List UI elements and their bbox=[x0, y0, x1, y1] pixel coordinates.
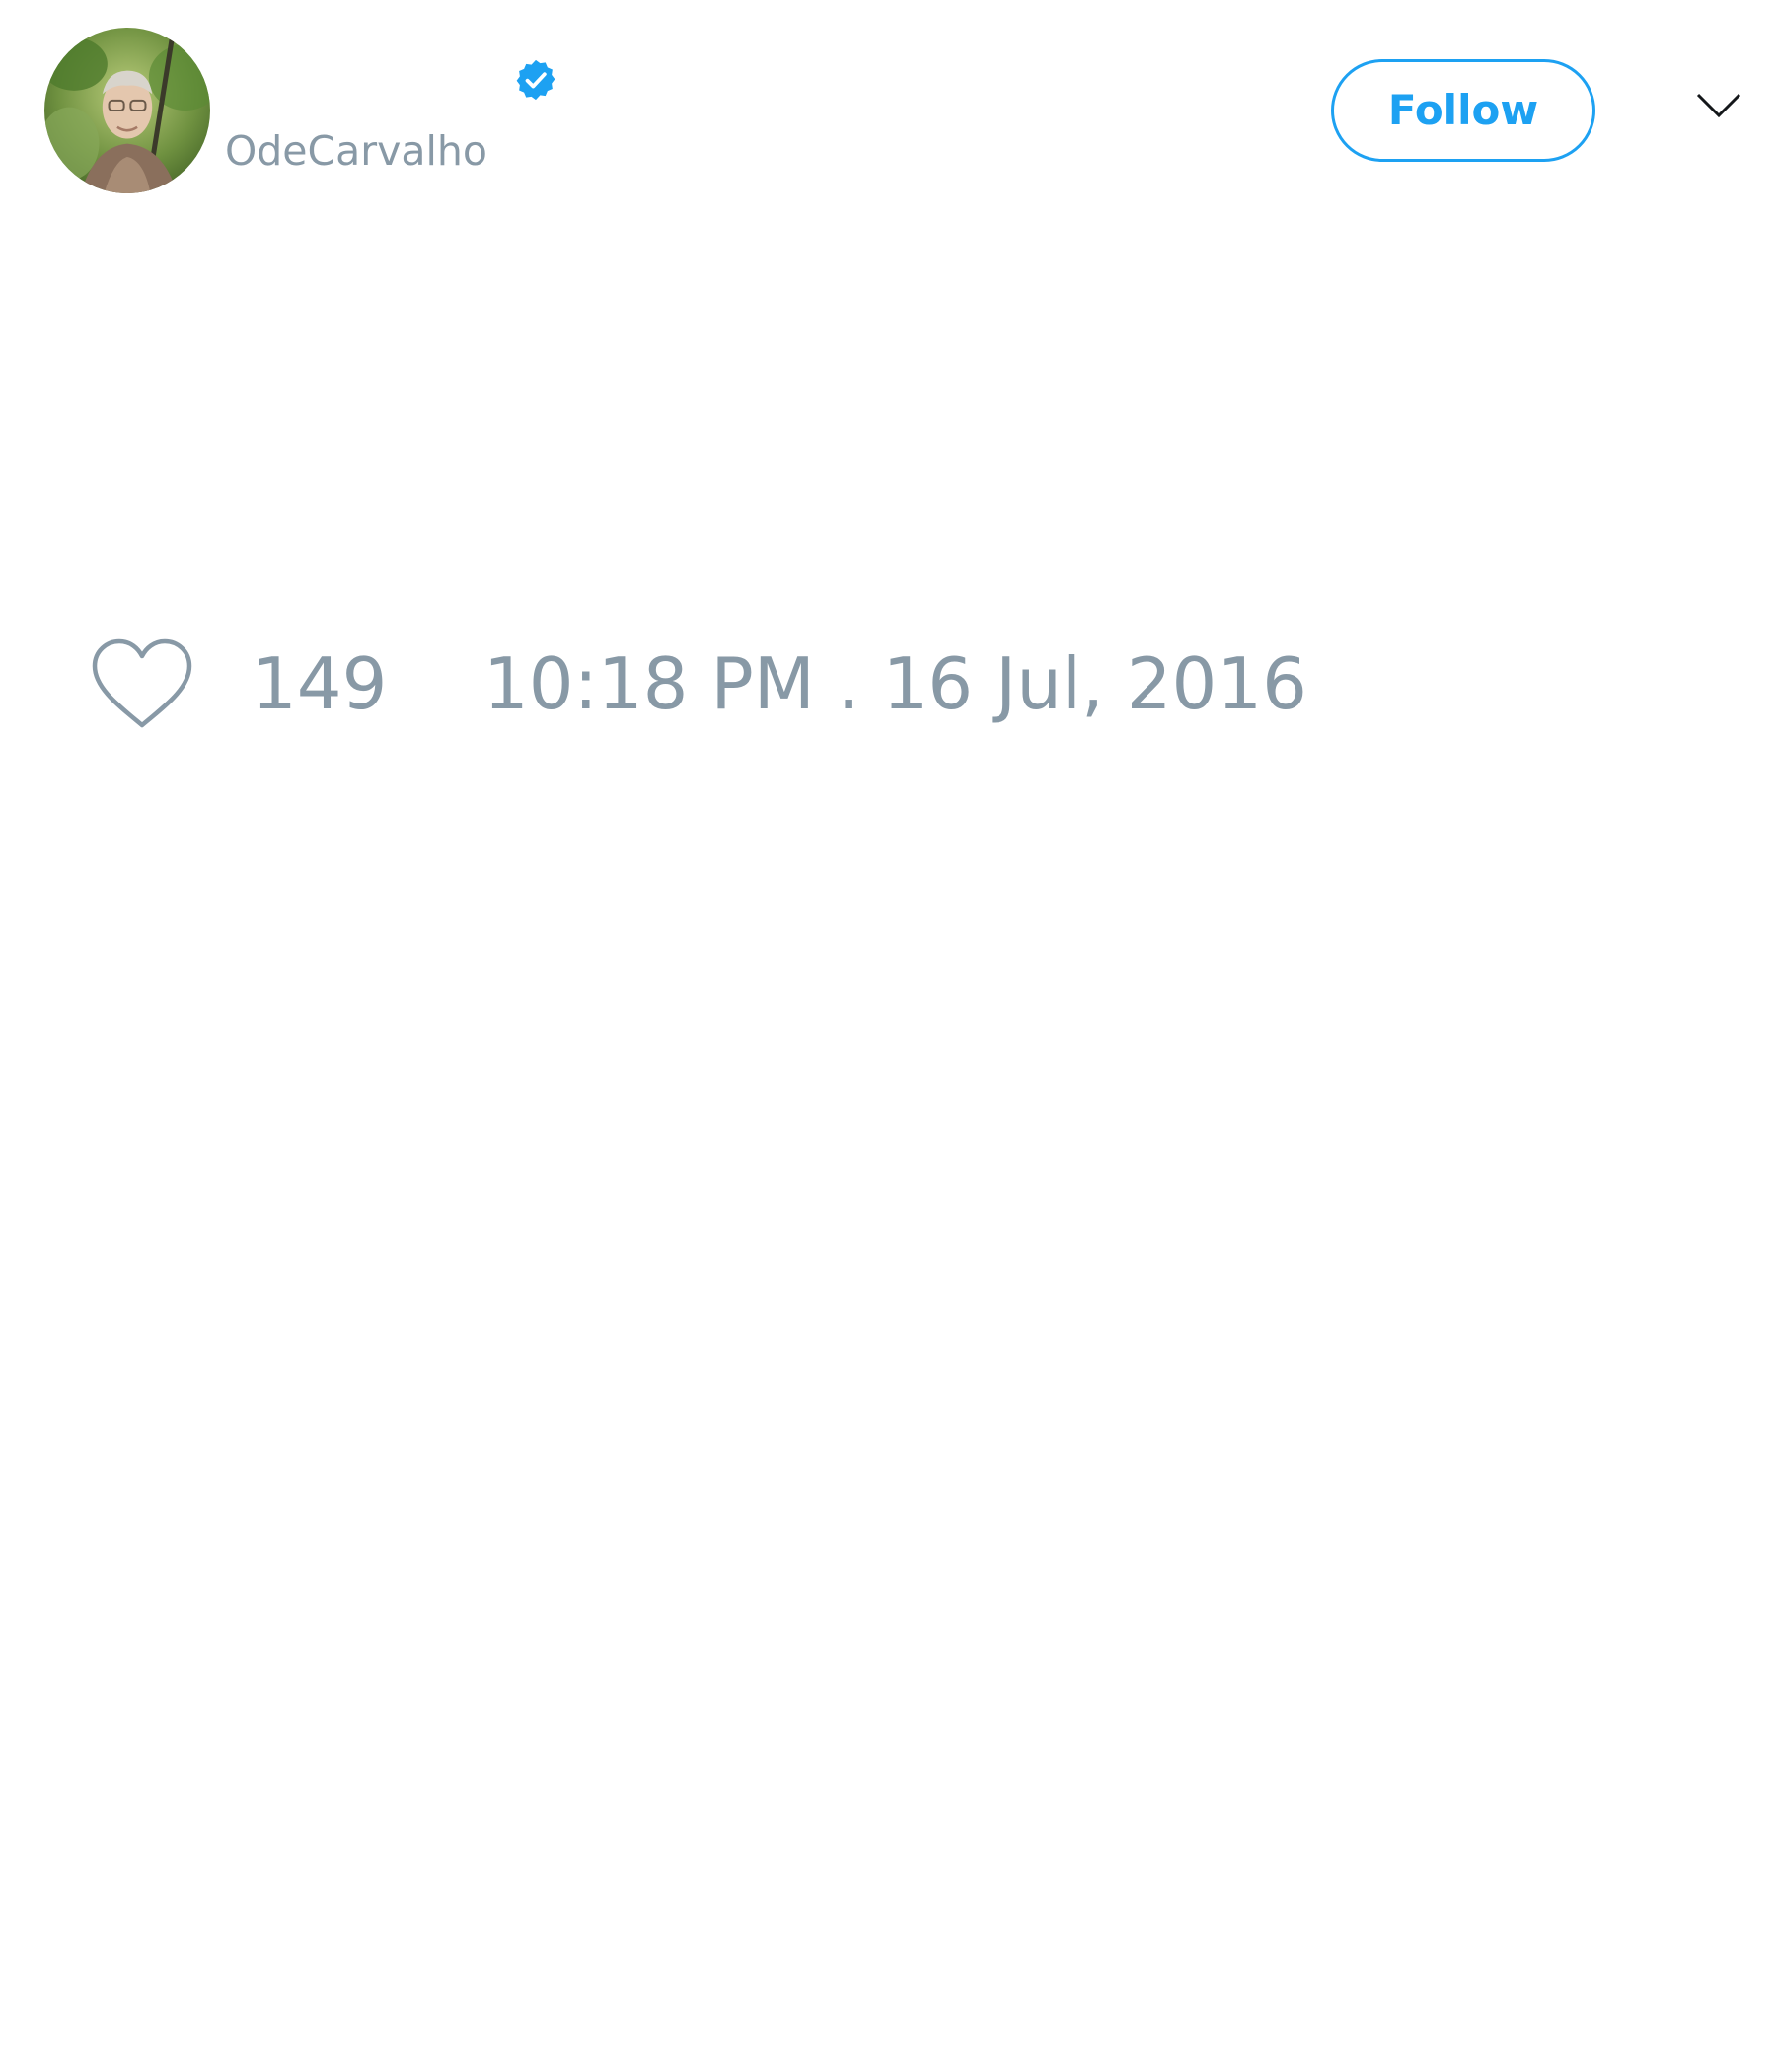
avatar[interactable] bbox=[44, 28, 210, 193]
author-handle[interactable]: OdeCarvalho bbox=[225, 126, 487, 176]
follow-button[interactable]: Follow bbox=[1331, 59, 1595, 162]
heart-icon[interactable] bbox=[89, 636, 195, 731]
tweet-card: OdeCarvalho Follow 149 10:18 PM . 16 Jul… bbox=[0, 0, 1776, 2072]
verified-badge-icon bbox=[513, 57, 558, 103]
like-count: 149 bbox=[252, 642, 388, 725]
profile-photo bbox=[44, 28, 210, 193]
tweet-timestamp[interactable]: 10:18 PM . 16 Jul, 2016 bbox=[483, 641, 1307, 726]
chevron-down-icon[interactable] bbox=[1695, 91, 1742, 120]
